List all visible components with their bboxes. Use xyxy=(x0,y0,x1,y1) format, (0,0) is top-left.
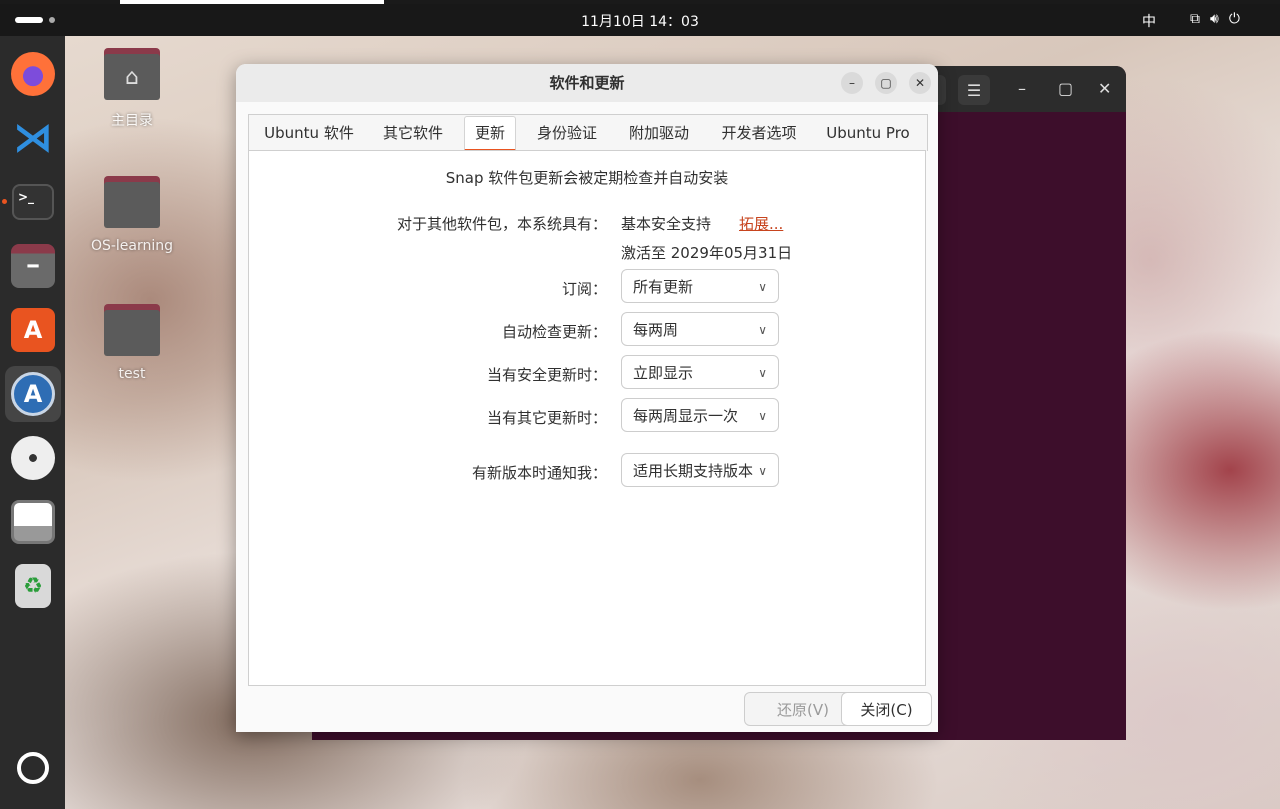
disc-icon xyxy=(11,436,55,480)
auto-check-value: 每两周 xyxy=(633,321,679,339)
auto-check-label: 自动检查更新： xyxy=(501,323,607,341)
other-updates-value: 每两周显示一次 xyxy=(633,407,739,425)
chevron-down-icon: ∨ xyxy=(758,280,767,294)
notify-version-select[interactable]: 适用长期支持版本 ∨ xyxy=(621,453,779,487)
terminal-minimize-button[interactable]: – xyxy=(1018,79,1026,98)
terminal-close-button[interactable]: ✕ xyxy=(1098,79,1111,98)
dock-item-save[interactable] xyxy=(5,494,61,550)
subscription-value: 所有更新 xyxy=(633,278,694,296)
trash-icon: ♻ xyxy=(15,564,51,608)
chevron-down-icon: ∨ xyxy=(758,464,767,478)
dock-item-firefox[interactable] xyxy=(5,46,61,102)
dock-item-trash[interactable]: ♻ xyxy=(5,558,61,614)
security-updates-select[interactable]: 立即显示 ∨ xyxy=(621,355,779,389)
snap-note: Snap 软件包更新会被定期检查并自动安装 xyxy=(445,169,729,187)
maximize-button[interactable]: ▢ xyxy=(875,72,897,94)
other-packages-label: 对于其他软件包，本系统具有： xyxy=(396,215,607,233)
software-updater-icon: A xyxy=(11,372,55,416)
folder-icon xyxy=(104,304,160,356)
tab-bar: Ubuntu 软件 其它软件 更新 身份验证 附加驱动 开发者选项 Ubuntu… xyxy=(248,114,928,151)
tab-other-software[interactable]: 其它软件 xyxy=(371,115,455,151)
desktop-icon-label: 主目录 xyxy=(111,113,153,129)
desktop-icon-os-learning[interactable]: OS-learning xyxy=(82,176,182,254)
dock-item-terminal[interactable]: >_ xyxy=(5,174,61,230)
close-button[interactable]: ✕ xyxy=(909,72,931,94)
minimize-button[interactable]: – xyxy=(841,72,863,94)
desktop-icon-label: OS-learning xyxy=(90,238,174,254)
security-updates-label: 当有安全更新时： xyxy=(486,366,607,384)
chevron-down-icon: ∨ xyxy=(758,366,767,380)
top-bar: 11月10日 14：03 中 ⧉🔊︎⏻ xyxy=(0,4,1280,36)
tab-ubuntu-pro[interactable]: Ubuntu Pro xyxy=(817,115,919,151)
dock-item-app-center[interactable]: A xyxy=(5,302,61,358)
firefox-icon xyxy=(11,52,55,96)
dock-item-software-updater[interactable]: A xyxy=(5,366,61,422)
tab-updates[interactable]: 更新 xyxy=(464,116,516,151)
dialog-title: 软件和更新 xyxy=(549,74,625,92)
tab-developer-options[interactable]: 开发者选项 xyxy=(709,115,809,151)
other-updates-select[interactable]: 每两周显示一次 ∨ xyxy=(621,398,779,432)
volume-icon[interactable]: 🔊︎ xyxy=(1210,11,1229,27)
support-level-value: 基本安全支持 xyxy=(621,215,712,233)
dock: ⋊ >_ ━ A A ♻ xyxy=(0,36,65,809)
desktop-icon-label: test xyxy=(118,366,146,382)
desktop-icon-home[interactable]: ⌂ 主目录 xyxy=(82,48,182,130)
files-icon: ━ xyxy=(11,244,55,288)
floppy-icon xyxy=(11,500,55,544)
dock-item-disc[interactable] xyxy=(5,430,61,486)
running-indicator xyxy=(2,199,7,204)
activated-until: 激活至 2029年05月31日 xyxy=(621,244,793,262)
dock-item-show-apps[interactable] xyxy=(5,740,61,796)
notify-version-label: 有新版本时通知我： xyxy=(471,464,607,482)
tab-ubuntu-software[interactable]: Ubuntu 软件 xyxy=(257,115,361,151)
power-icon[interactable]: ⏻ xyxy=(1229,11,1250,27)
tab-additional-drivers[interactable]: 附加驱动 xyxy=(617,115,701,151)
input-method-indicator[interactable]: 中 xyxy=(1142,11,1156,31)
close-dialog-button[interactable]: 关闭(C) xyxy=(841,692,932,726)
subscription-select[interactable]: 所有更新 ∨ xyxy=(621,269,779,303)
close-icon: ✕ xyxy=(914,76,926,90)
terminal-icon: >_ xyxy=(12,184,54,220)
tab-authentication[interactable]: 身份验证 xyxy=(525,115,609,151)
desktop-icon-test[interactable]: test xyxy=(82,304,182,382)
extend-link[interactable]: 拓展... xyxy=(739,213,783,234)
software-updates-dialog: 软件和更新 – ▢ ✕ Ubuntu 软件 其它软件 更新 身份验证 附加驱动 … xyxy=(236,64,938,732)
ubuntu-logo-icon xyxy=(17,752,49,784)
dock-item-files[interactable]: ━ xyxy=(5,238,61,294)
system-tray[interactable]: ⧉🔊︎⏻ xyxy=(1190,11,1250,27)
terminal-maximize-button[interactable]: ▢ xyxy=(1058,79,1073,98)
app-center-icon: A xyxy=(11,308,55,352)
maximize-icon: ▢ xyxy=(880,76,892,90)
vscode-icon: ⋊ xyxy=(13,115,53,161)
network-icon[interactable]: ⧉ xyxy=(1190,11,1210,27)
chevron-down-icon: ∨ xyxy=(758,323,767,337)
terminal-menu-button[interactable]: ☰ xyxy=(958,75,990,105)
auto-check-select[interactable]: 每两周 ∨ xyxy=(621,312,779,346)
chevron-down-icon: ∨ xyxy=(758,409,767,423)
notify-version-value: 适用长期支持版本 xyxy=(633,462,754,480)
home-folder-icon: ⌂ xyxy=(104,48,160,100)
clock[interactable]: 11月10日 14：03 xyxy=(0,11,1280,31)
minimize-icon: – xyxy=(849,76,855,90)
folder-icon xyxy=(104,176,160,228)
updates-panel: Snap 软件包更新会被定期检查并自动安装 对于其他软件包，本系统具有： 基本安… xyxy=(248,150,926,686)
hamburger-menu-icon: ☰ xyxy=(966,80,982,100)
other-updates-label: 当有其它更新时： xyxy=(486,409,607,427)
subscription-label: 订阅： xyxy=(561,280,607,298)
security-updates-value: 立即显示 xyxy=(633,364,694,382)
dock-item-vscode[interactable]: ⋊ xyxy=(5,110,61,166)
